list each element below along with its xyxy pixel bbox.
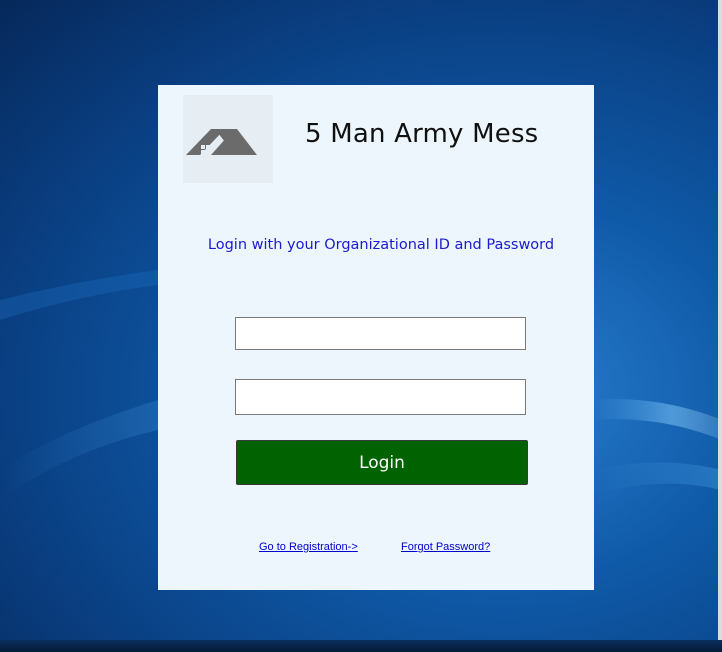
login-panel: 5 Man Army Mess Login with your Organiza… <box>158 85 594 590</box>
app-title: 5 Man Army Mess <box>305 119 539 149</box>
window-edge <box>718 0 722 652</box>
organizational-id-input[interactable] <box>235 317 526 350</box>
login-button[interactable]: Login <box>236 440 528 485</box>
registration-link[interactable]: Go to Registration-> <box>259 541 358 553</box>
taskbar <box>0 640 722 652</box>
house-roof-icon <box>183 95 273 183</box>
password-input[interactable] <box>235 379 526 415</box>
login-instruction: Login with your Organizational ID and Pa… <box>207 237 555 253</box>
forgot-password-link[interactable]: Forgot Password? <box>401 541 490 553</box>
